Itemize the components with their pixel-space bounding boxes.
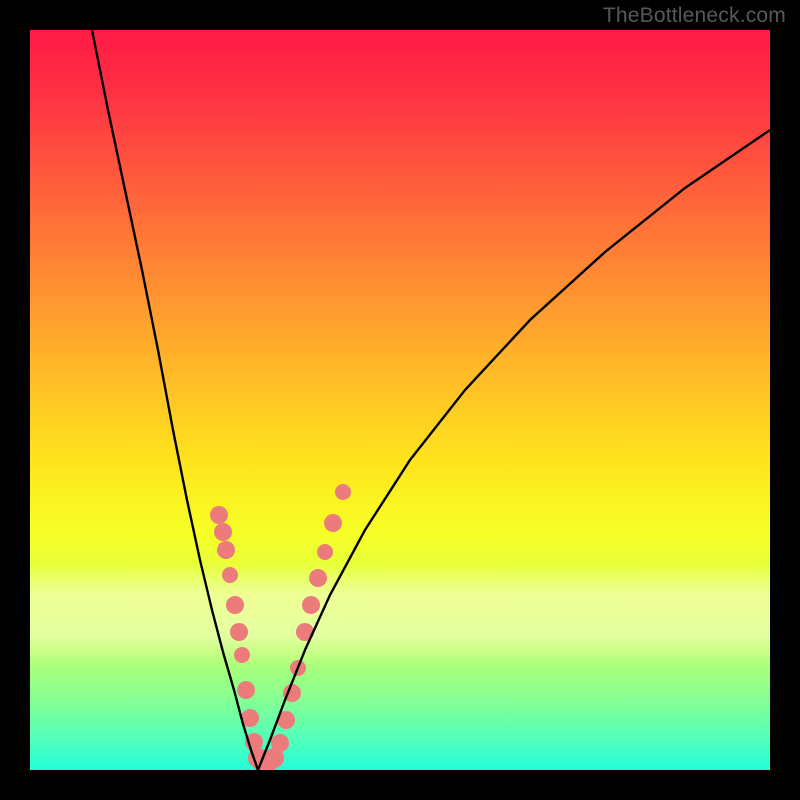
data-markers xyxy=(210,484,351,770)
curve-layer xyxy=(30,30,770,770)
data-marker xyxy=(324,514,342,532)
data-marker xyxy=(217,541,235,559)
data-marker xyxy=(230,623,248,641)
data-marker xyxy=(214,523,232,541)
left-curve xyxy=(92,30,258,770)
data-marker xyxy=(210,506,228,524)
data-marker xyxy=(302,596,320,614)
data-marker xyxy=(309,569,327,587)
plot-area xyxy=(30,30,770,770)
data-marker xyxy=(234,647,250,663)
data-marker xyxy=(226,596,244,614)
chart-frame: TheBottleneck.com xyxy=(0,0,800,800)
data-marker xyxy=(271,734,289,752)
watermark-text: TheBottleneck.com xyxy=(603,4,786,28)
data-marker xyxy=(335,484,351,500)
data-marker xyxy=(317,544,333,560)
right-curve xyxy=(258,130,770,770)
data-marker xyxy=(222,567,238,583)
data-marker xyxy=(237,681,255,699)
